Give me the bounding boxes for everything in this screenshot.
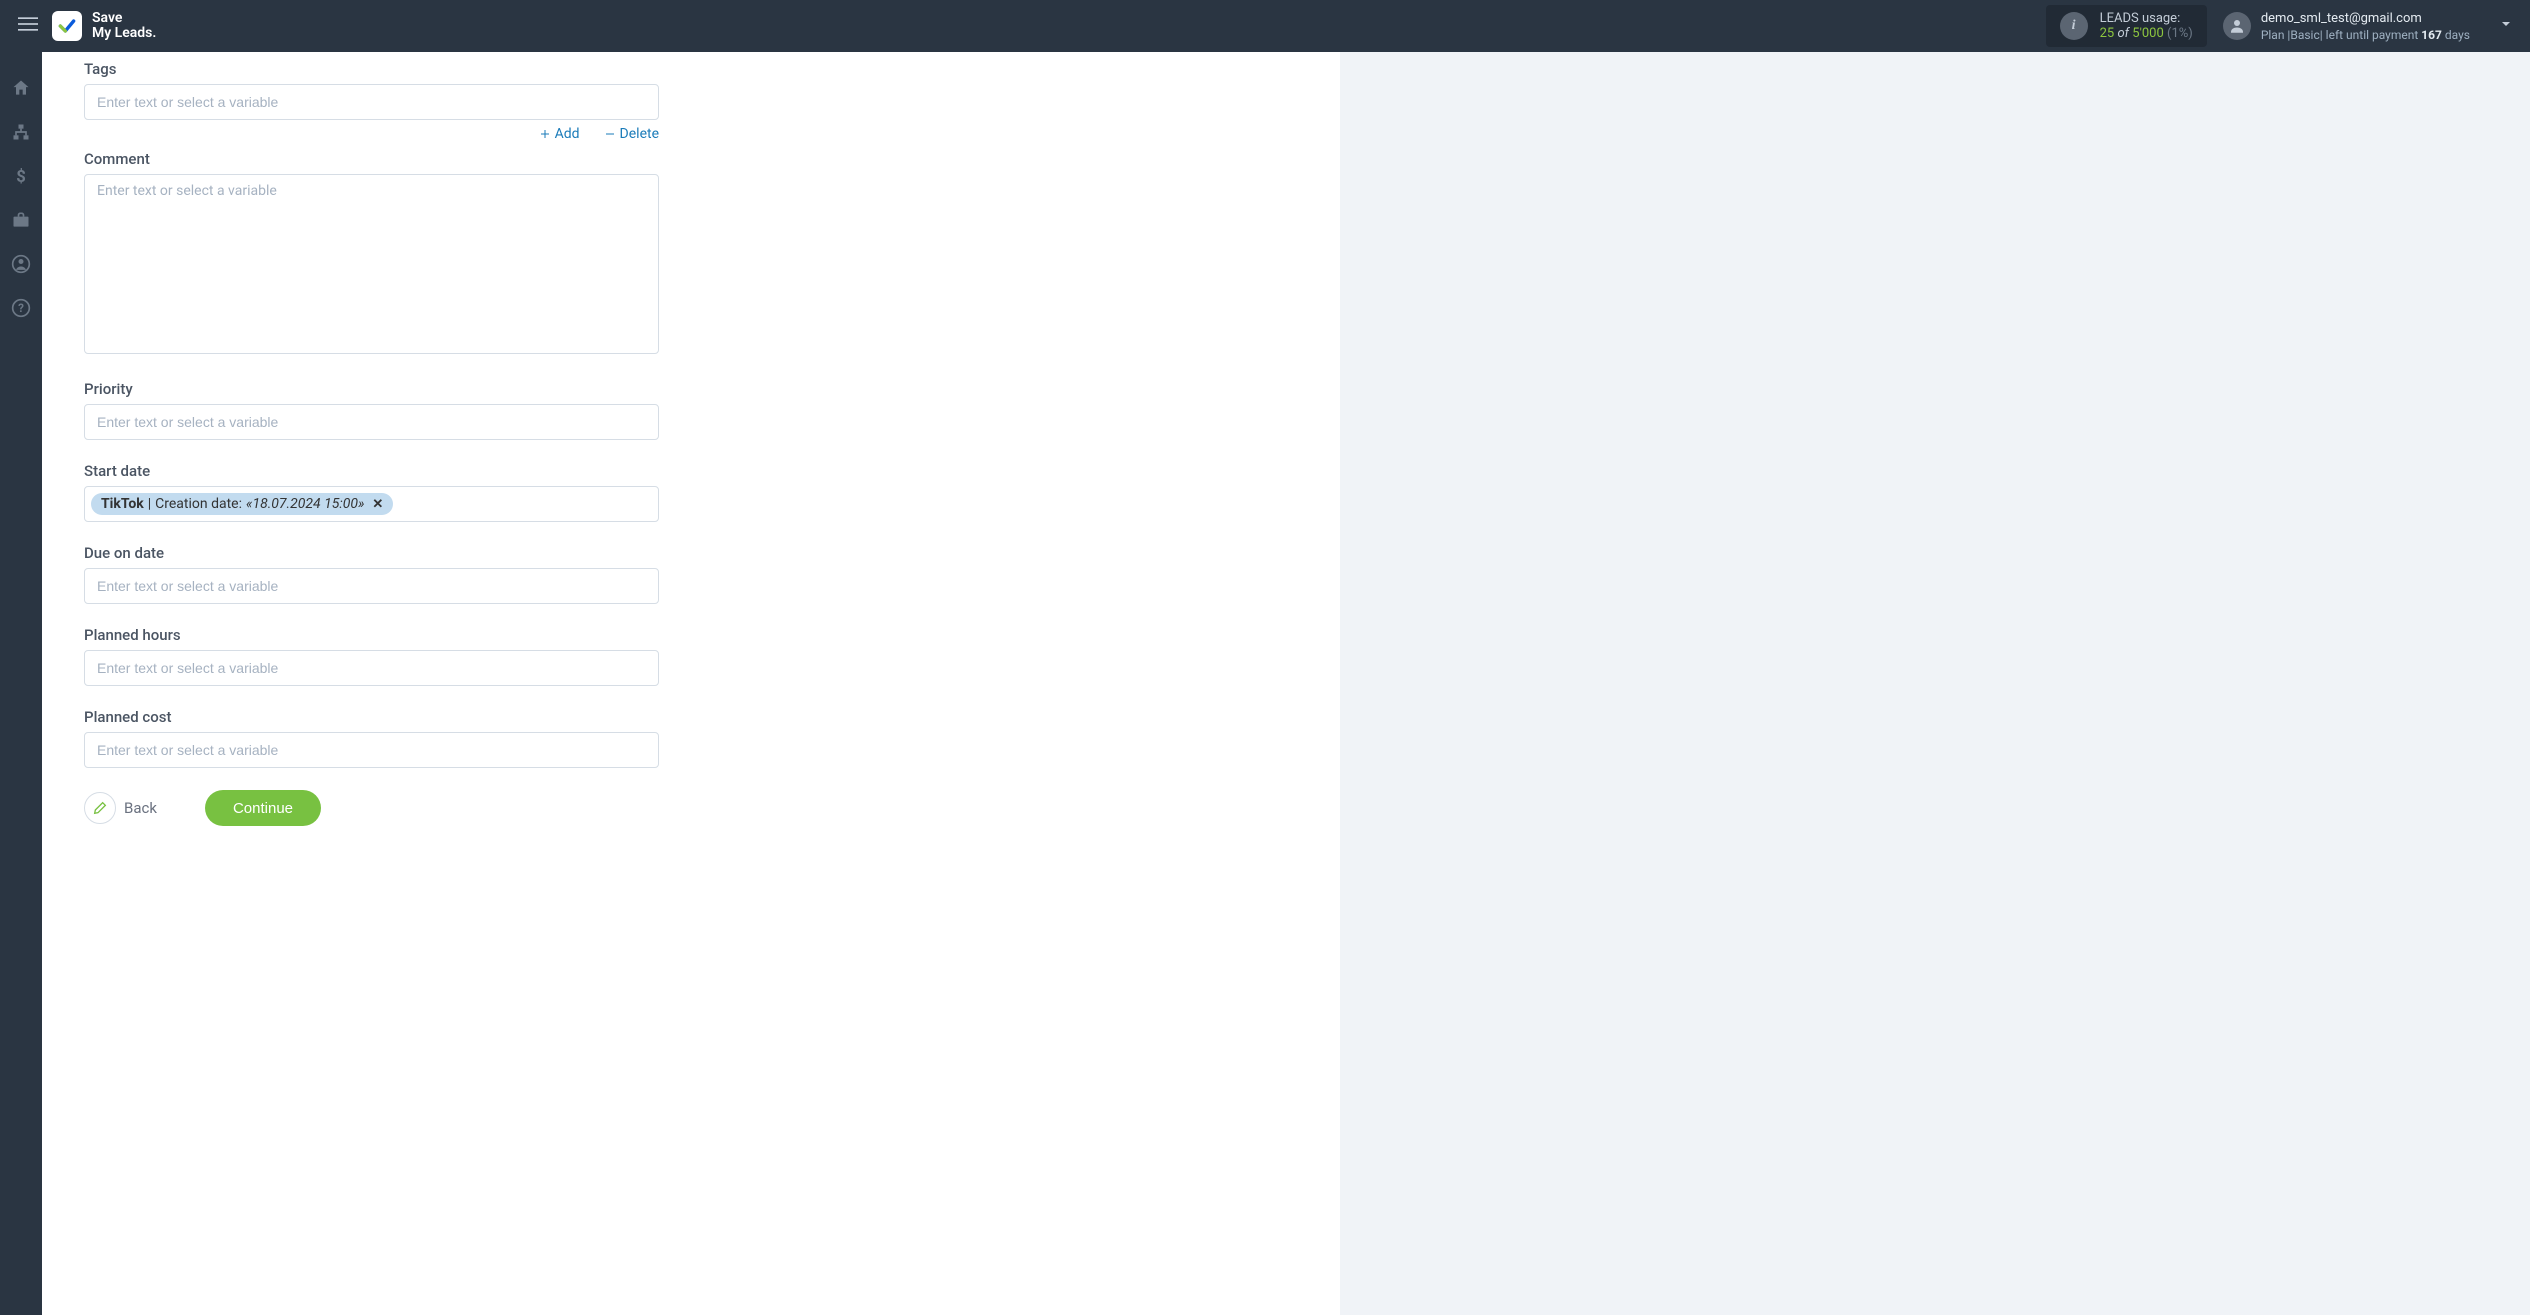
leads-usage-widget[interactable]: i LEADS usage: 25 of 5'000 (1%): [2046, 5, 2207, 47]
token-source: TikTok: [101, 496, 144, 512]
comment-label: Comment: [84, 150, 659, 168]
logo-icon: [52, 11, 82, 41]
sidebar-item-integrations[interactable]: [9, 120, 33, 144]
back-button[interactable]: Back: [84, 792, 157, 824]
account-info: demo_sml_test@gmail.com Plan |Basic| lef…: [2261, 11, 2470, 42]
logo-text: Save My Leads.: [92, 11, 156, 42]
home-icon: [11, 78, 31, 98]
tags-label: Tags: [84, 60, 659, 78]
plan-days-suffix: days: [2442, 28, 2470, 42]
user-icon: [2228, 17, 2246, 35]
plus-icon: [539, 128, 551, 140]
form-panel: Tags Add Delete Comment: [42, 52, 1340, 1315]
add-tag-link[interactable]: Add: [539, 126, 580, 142]
delete-label: Delete: [620, 126, 659, 142]
briefcase-icon: [11, 210, 31, 230]
sidebar-item-briefcase[interactable]: [9, 208, 33, 232]
priority-label: Priority: [84, 380, 659, 398]
leads-of: of: [2117, 26, 2129, 41]
continue-button[interactable]: Continue: [205, 790, 321, 826]
due-on-date-label: Due on date: [84, 544, 659, 562]
pencil-icon: [92, 800, 108, 816]
start-date-label: Start date: [84, 462, 659, 480]
leads-pct: (1%): [2167, 26, 2193, 41]
leads-total: 5'000: [2132, 26, 2164, 41]
chevron-down-icon: [2498, 16, 2514, 32]
hamburger-icon: [18, 14, 38, 34]
back-circle: [84, 792, 116, 824]
token-value: «18.07.2024 15:00»: [246, 496, 364, 512]
planned-hours-input[interactable]: [84, 650, 659, 686]
back-label: Back: [124, 799, 157, 817]
token-remove[interactable]: ✕: [372, 497, 383, 512]
due-on-date-input[interactable]: [84, 568, 659, 604]
logo[interactable]: Save My Leads.: [52, 11, 156, 42]
dollar-icon: $: [11, 166, 31, 186]
form-buttons: Back Continue: [84, 790, 659, 826]
tags-group: Tags Add Delete: [84, 60, 659, 142]
plan-prefix: Plan |Basic| left until payment: [2261, 28, 2421, 42]
account-chevron[interactable]: [2498, 16, 2514, 36]
svg-text:?: ?: [18, 301, 24, 315]
leads-usage-title: LEADS usage:: [2100, 11, 2193, 26]
avatar: [2223, 12, 2251, 40]
comment-input[interactable]: [84, 174, 659, 354]
header-right: i LEADS usage: 25 of 5'000 (1%) demo_sml…: [2046, 5, 2518, 47]
minus-icon: [604, 128, 616, 140]
priority-group: Priority: [84, 380, 659, 440]
sidebar-item-home[interactable]: [9, 76, 33, 100]
planned-cost-group: Planned cost: [84, 708, 659, 768]
user-circle-icon: [11, 254, 31, 274]
planned-hours-group: Planned hours: [84, 626, 659, 686]
account-email: demo_sml_test@gmail.com: [2261, 11, 2470, 26]
planned-hours-label: Planned hours: [84, 626, 659, 644]
leads-used: 25: [2100, 26, 2115, 41]
tags-actions: Add Delete: [84, 126, 659, 142]
tags-input[interactable]: [84, 84, 659, 120]
help-icon: ?: [11, 298, 31, 318]
plan-days: 167: [2421, 28, 2442, 42]
sidebar-item-help[interactable]: ?: [9, 296, 33, 320]
sitemap-icon: [11, 122, 31, 142]
account-widget[interactable]: demo_sml_test@gmail.com Plan |Basic| lef…: [2223, 11, 2470, 42]
sidebar: $ ?: [0, 52, 42, 1315]
start-date-token: TikTok | Creation date: «18.07.2024 15:0…: [91, 493, 393, 515]
sidebar-item-account[interactable]: [9, 252, 33, 276]
add-label: Add: [555, 126, 580, 142]
token-field: Creation date:: [155, 496, 242, 512]
svg-text:$: $: [16, 168, 26, 186]
token-sep: |: [148, 496, 151, 512]
delete-tag-link[interactable]: Delete: [604, 126, 659, 142]
start-date-group: Start date TikTok | Creation date: «18.0…: [84, 462, 659, 522]
sidebar-item-billing[interactable]: $: [9, 164, 33, 188]
info-icon: i: [2060, 12, 2088, 40]
account-plan: Plan |Basic| left until payment 167 days: [2261, 28, 2470, 42]
planned-cost-label: Planned cost: [84, 708, 659, 726]
planned-cost-input[interactable]: [84, 732, 659, 768]
start-date-input[interactable]: TikTok | Creation date: «18.07.2024 15:0…: [84, 486, 659, 522]
priority-input[interactable]: [84, 404, 659, 440]
menu-toggle[interactable]: [12, 8, 44, 45]
comment-group: Comment: [84, 150, 659, 358]
form-area: Tags Add Delete Comment: [82, 60, 659, 826]
main-area: Tags Add Delete Comment: [42, 52, 2530, 1315]
due-on-date-group: Due on date: [84, 544, 659, 604]
leads-usage-values: 25 of 5'000 (1%): [2100, 26, 2193, 41]
header-bar: Save My Leads. i LEADS usage: 25 of 5'00…: [0, 0, 2530, 52]
leads-usage-text: LEADS usage: 25 of 5'000 (1%): [2100, 11, 2193, 41]
